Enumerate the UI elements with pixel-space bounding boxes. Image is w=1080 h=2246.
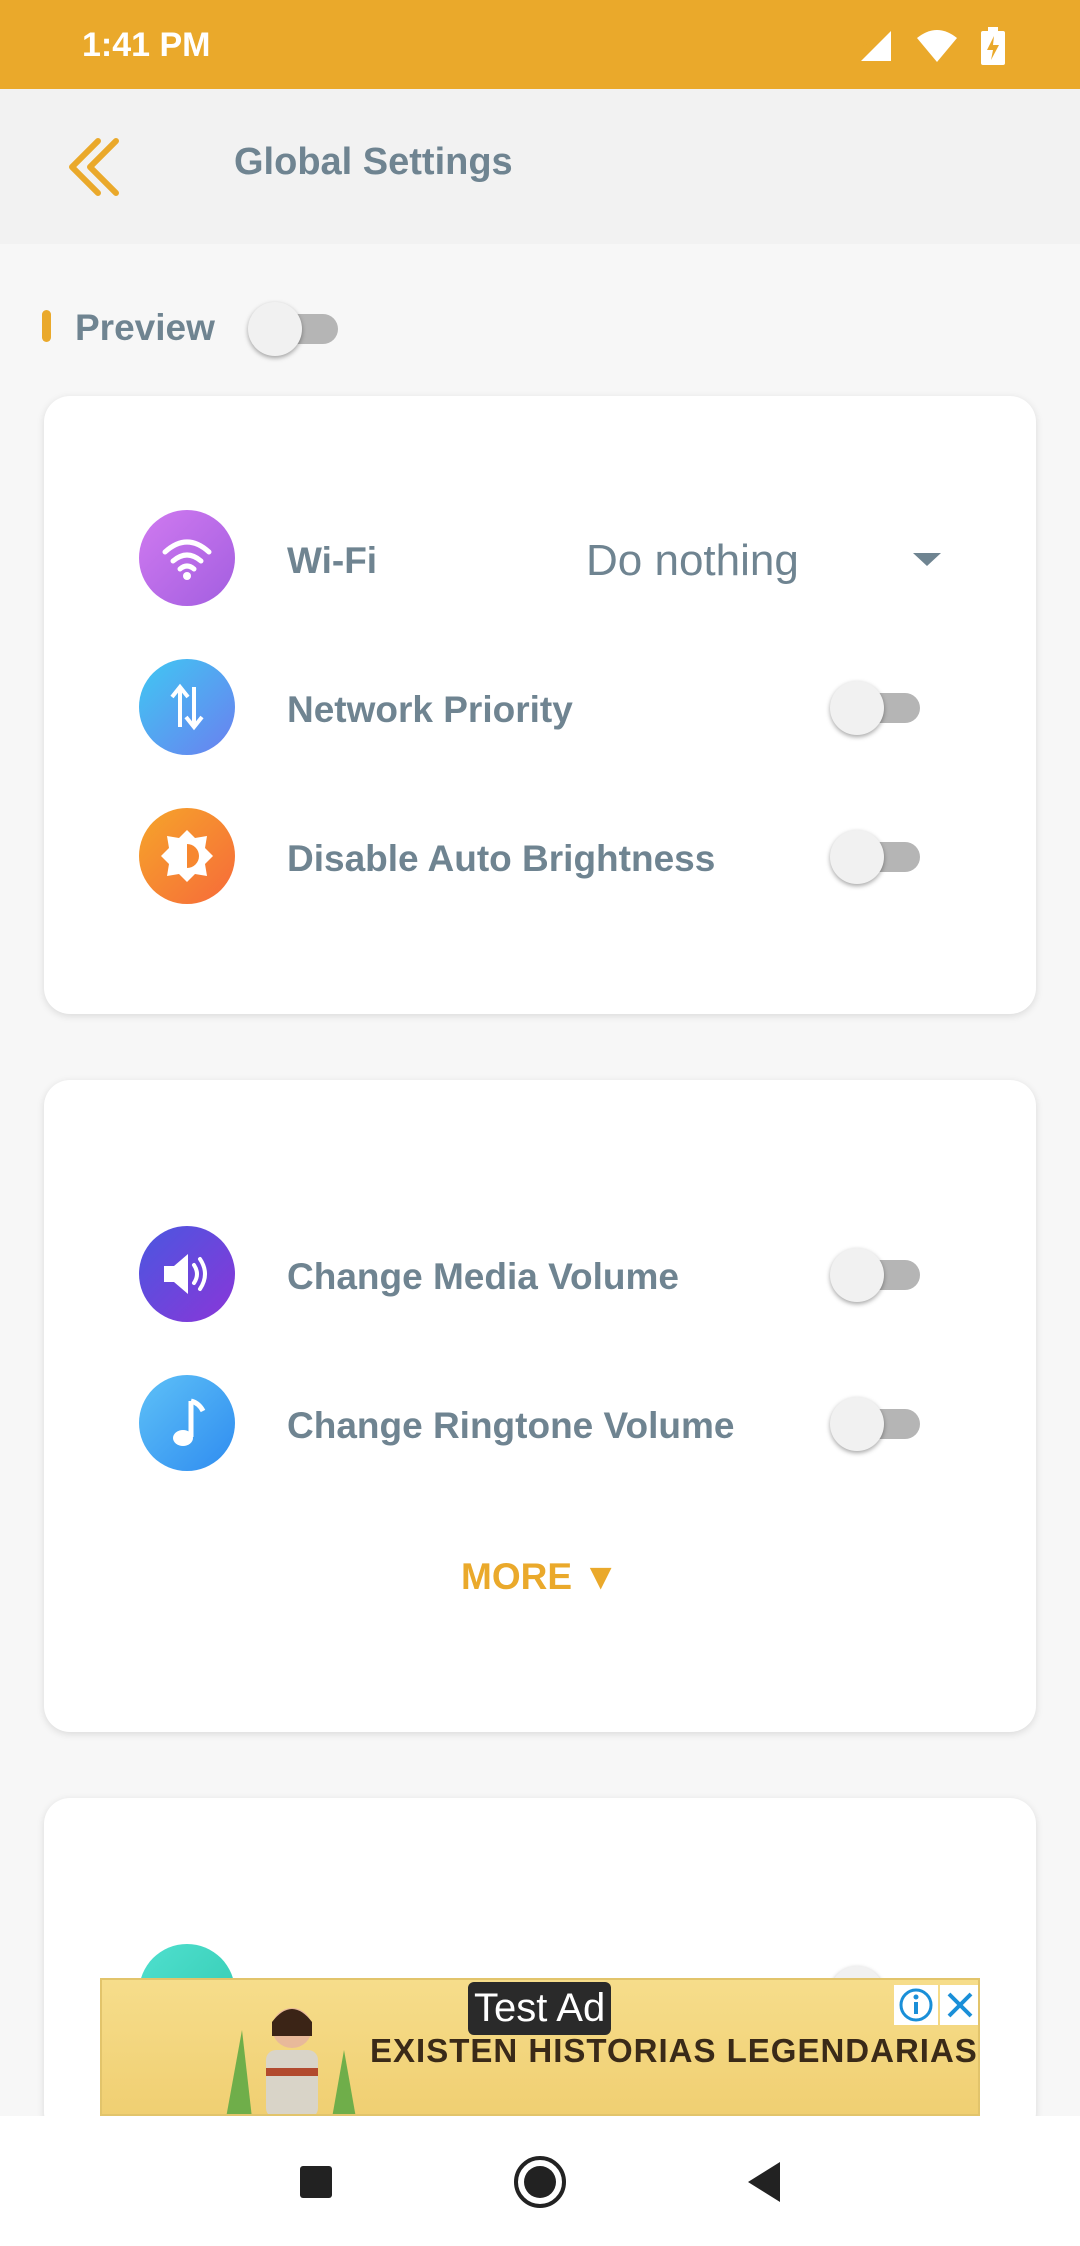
info-icon[interactable] <box>894 1985 938 2025</box>
row-label-network-priority: Network Priority <box>287 689 573 730</box>
ad-illustration <box>226 2008 356 2114</box>
preview-accent-bar <box>42 310 51 342</box>
signal-icon <box>861 31 891 61</box>
row-disable-auto-brightness: Disable Auto Brightness <box>44 806 1036 906</box>
row-label-change-media-volume: Change Media Volume <box>287 1256 679 1297</box>
recents-square-icon <box>300 2166 332 2198</box>
switch-thumb <box>830 830 884 884</box>
settings-card-connectivity: Wi-Fi Do nothing Network Priority Disabl… <box>44 396 1036 1014</box>
home-circle-icon <box>514 2156 566 2208</box>
close-icon[interactable] <box>940 1985 980 2025</box>
status-icons <box>859 27 1005 65</box>
brightness-icon <box>139 808 235 904</box>
double-chevron-left-icon <box>69 138 119 196</box>
back-triangle-icon <box>748 2162 780 2202</box>
row-label-wifi: Wi-Fi <box>287 540 378 581</box>
recents-button[interactable] <box>284 2150 348 2214</box>
network-priority-toggle[interactable] <box>830 677 924 737</box>
switch-thumb <box>248 302 302 356</box>
row-label-disable-auto-brightness: Disable Auto Brightness <box>287 838 716 879</box>
more-button[interactable]: MORE ▼ <box>44 1556 1036 1598</box>
battery-charging-icon <box>981 27 1005 65</box>
preview-row: Preview <box>0 288 1080 368</box>
status-bar: 1:41 PM <box>0 0 1080 89</box>
switch-thumb <box>830 681 884 735</box>
preview-toggle[interactable] <box>248 298 342 358</box>
system-nav-bar <box>0 2116 1080 2246</box>
dropdown-value: Do nothing <box>586 536 799 585</box>
music-note-icon <box>139 1375 235 1471</box>
swap-vertical-icon <box>139 659 235 755</box>
change-ringtone-volume-toggle[interactable] <box>830 1393 924 1453</box>
settings-card-volume: Change Media Volume Change Ringtone Volu… <box>44 1080 1036 1732</box>
wifi-action-dropdown[interactable]: Do nothing <box>586 532 956 588</box>
switch-thumb <box>830 1397 884 1451</box>
speaker-icon <box>139 1226 235 1322</box>
ad-headline: EXISTEN HISTORIAS LEGENDARIAS <box>370 2032 978 2069</box>
home-button[interactable] <box>508 2150 572 2214</box>
row-change-ringtone-volume: Change Ringtone Volume <box>44 1373 1036 1473</box>
switch-thumb <box>830 1248 884 1302</box>
row-network-priority: Network Priority <box>44 657 1036 757</box>
page-title: Global Settings <box>234 141 513 183</box>
row-wifi: Wi-Fi Do nothing <box>44 508 1036 608</box>
change-media-volume-toggle[interactable] <box>830 1244 924 1304</box>
ad-tag: Test Ad <box>468 1982 612 2035</box>
wifi-icon <box>917 30 957 62</box>
disable-auto-brightness-toggle[interactable] <box>830 826 924 886</box>
preview-label: Preview <box>75 307 215 348</box>
back-button[interactable] <box>58 131 130 203</box>
ad-banner[interactable]: EXISTEN HISTORIAS LEGENDARIAS Test Ad <box>100 1978 980 2116</box>
dropdown-arrow-icon <box>913 553 941 566</box>
row-label-change-ringtone-volume: Change Ringtone Volume <box>287 1405 735 1446</box>
row-change-media-volume: Change Media Volume <box>44 1224 1036 1324</box>
back-nav-button[interactable] <box>732 2150 796 2214</box>
wifi-icon <box>139 510 235 606</box>
app-bar: Global Settings <box>0 89 1080 244</box>
status-time: 1:41 PM <box>82 26 211 64</box>
